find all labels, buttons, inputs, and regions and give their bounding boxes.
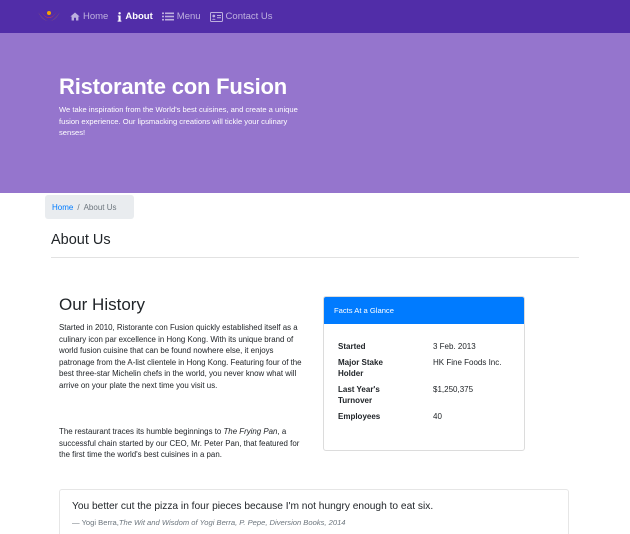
quote-author: — Yogi Berra, <box>72 518 119 527</box>
breadcrumb-separator: / <box>77 202 80 212</box>
quote-source: The Wit and Wisdom of Yogi Berra, P. Pep… <box>118 518 346 527</box>
fact-value: 40 <box>433 411 442 421</box>
breadcrumb-current: About Us <box>83 202 117 212</box>
breadcrumb-home-link[interactable]: Home <box>52 203 73 212</box>
nav-contact-label: Contact Us <box>225 11 273 22</box>
fact-row: Major Stake Holder HK Fine Foods Inc. <box>338 357 501 380</box>
breadcrumb: Home / About Us <box>45 195 134 219</box>
nav-contact[interactable]: Contact Us <box>209 11 273 22</box>
facts-card-header: Facts At a Glance <box>324 297 524 324</box>
restaurant-title: Ristorante con Fusion <box>59 74 288 99</box>
list-icon <box>161 12 174 21</box>
home-icon <box>70 12 80 21</box>
history-paragraph-1: Started in 2010, Ristorante con Fusion q… <box>59 323 302 390</box>
fact-row: Employees 40 <box>338 411 501 422</box>
history-frying-pan: The Frying Pan <box>223 427 278 436</box>
navbar: Home About Menu Contact Us <box>0 0 630 33</box>
fact-row: Started 3 Feb. 2013 <box>338 341 501 352</box>
nav-home[interactable]: Home <box>70 11 108 22</box>
info-icon <box>117 11 122 22</box>
nav-menu-label: Menu <box>176 11 201 22</box>
facts-list: Started 3 Feb. 2013 Major Stake Holder H… <box>338 341 501 427</box>
quote-card: You better cut the pizza in four pieces … <box>59 489 569 534</box>
quote-attribution: — Yogi Berra,The Wit and Wisdom of Yogi … <box>72 518 346 527</box>
address-card-icon <box>209 11 223 22</box>
nav-menu[interactable]: Menu <box>161 11 201 22</box>
facts-card: Facts At a Glance Started 3 Feb. 2013 Ma… <box>323 296 525 451</box>
fact-row: Last Year's Turnover $1,250,375 <box>338 384 501 407</box>
history-paragraph-2-start: The restaurant traces its humble beginni… <box>59 427 224 436</box>
fact-label: Started <box>338 342 366 351</box>
divider <box>51 257 579 258</box>
jumbotron: Ristorante con Fusion We take inspiratio… <box>0 33 630 193</box>
restaurant-tagline: We take inspiration from the World's bes… <box>59 105 298 137</box>
logo-icon[interactable] <box>37 8 61 26</box>
fact-label: Last Year's Turnover <box>338 384 380 406</box>
fact-value: $1,250,375 <box>433 384 474 394</box>
history-paragraph-2: The restaurant traces its humble beginni… <box>59 426 309 461</box>
nav-home-label: Home <box>83 11 109 22</box>
nav-about[interactable]: About <box>117 11 153 22</box>
fact-value: HK Fine Foods Inc. <box>433 357 502 367</box>
nav-about-label: About <box>125 11 153 22</box>
fact-label: Employees <box>338 411 381 421</box>
fact-value: 3 Feb. 2013 <box>433 342 476 351</box>
fact-label: Major Stake Holder <box>338 357 383 379</box>
history-title: Our History <box>59 295 145 314</box>
quote-text: You better cut the pizza in four pieces … <box>72 501 434 512</box>
page-title: About Us <box>51 232 111 248</box>
